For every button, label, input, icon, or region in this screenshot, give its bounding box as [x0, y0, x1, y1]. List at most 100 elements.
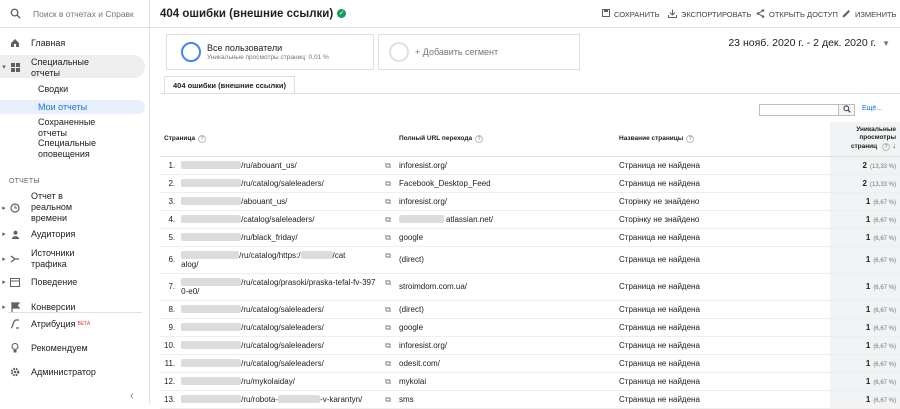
- referrer-url[interactable]: inforesist.org/: [399, 161, 447, 170]
- sidebar-item-label: Отчет в реальном времени: [31, 191, 73, 223]
- page-path[interactable]: /ru/black_friday/: [241, 233, 297, 242]
- open-link-icon[interactable]: ⧉: [385, 377, 391, 386]
- edit-button[interactable]: ИЗМЕНИТЬ: [842, 9, 896, 20]
- page-path[interactable]: /catalog/saleleaders/: [241, 215, 314, 224]
- segment-all-users[interactable]: Все пользователи Уникальные просмотры ст…: [166, 34, 374, 70]
- sidebar-item-discover[interactable]: Рекомендуем: [0, 343, 150, 354]
- page-path[interactable]: /ru/abouant_us/: [241, 161, 297, 170]
- export-button[interactable]: ЭКСПОРТИРОВАТЬ: [668, 9, 751, 20]
- table-row[interactable]: 9. ⧉ /ru/catalog/saleleaders/google Страниц…: [160, 318, 900, 337]
- open-link-icon[interactable]: ⧉: [385, 278, 391, 287]
- open-link-icon[interactable]: ⧉: [385, 251, 391, 260]
- table-row[interactable]: 10. ⧉ /ru/catalog/saleleaders/inforesist.o…: [160, 336, 900, 355]
- col-header-title[interactable]: Название страницы?: [615, 122, 830, 157]
- section-label-reports: ОТЧЕТЫ: [9, 178, 40, 185]
- table-row[interactable]: 11. ⧉ /ru/catalog/saleleaders/odesit.com/С…: [160, 354, 900, 373]
- sidebar-divider: [8, 312, 142, 313]
- table-row[interactable]: 2. ⧉ /ru/catalog/saleleaders/Facebook_Desk…: [160, 174, 900, 193]
- segment-name: Все пользователи: [207, 43, 283, 53]
- sidebar-sub-overviews[interactable]: Сводки: [0, 84, 145, 96]
- metric-value: 1: [865, 304, 871, 314]
- sidebar-item-attribution[interactable]: Атрибуция BETA: [0, 319, 150, 330]
- referrer-url[interactable]: sms: [399, 395, 414, 404]
- page-path[interactable]: /ru/catalog/saleleaders/: [241, 341, 324, 350]
- page-path[interactable]: /ru/catalog/https:/: [239, 251, 300, 260]
- page-path-cont[interactable]: 0-e0/: [181, 287, 199, 296]
- help-icon[interactable]: ?: [198, 134, 207, 143]
- col-header-page[interactable]: Страница?: [160, 122, 395, 157]
- help-icon[interactable]: ?: [475, 134, 484, 143]
- table-row[interactable]: 7. ⧉ /ru/catalog/prasoki/praska-tefal-fv-3…: [160, 273, 900, 301]
- table-row[interactable]: 13. ⧉ /ru/robota- -v-karantyn/sms Страница н…: [160, 390, 900, 409]
- help-icon[interactable]: ?: [686, 134, 695, 143]
- referrer-url[interactable]: atlassian.net/: [446, 215, 493, 224]
- page-path-end[interactable]: -v-karantyn/: [320, 395, 362, 404]
- table-search-button[interactable]: [839, 104, 855, 116]
- open-link-icon[interactable]: ⧉: [385, 395, 391, 404]
- page-path[interactable]: /ru/catalog/saleleaders/: [241, 305, 324, 314]
- referrer-url[interactable]: stroimdom.com.ua/: [399, 282, 467, 291]
- referrer-url[interactable]: Facebook_Desktop_Feed: [399, 179, 491, 188]
- page-path[interactable]: /ru/mykolaiday/: [241, 377, 295, 386]
- redacted-block: [399, 215, 444, 224]
- table-row[interactable]: 6. ⧉ /ru/catalog/https:/ /cat alog/ (direct) С…: [160, 246, 900, 274]
- expand-arrow-icon: ▸: [2, 256, 6, 263]
- table-row[interactable]: 4. ⧉ /catalog/saleleaders/atlassian.net/Ст…: [160, 210, 900, 229]
- col-header-referrer[interactable]: Полный URL перехода?: [395, 122, 615, 157]
- table-filter-input[interactable]: [759, 104, 839, 116]
- table-row[interactable]: 5. ⧉ /ru/black_friday/google Страница не на…: [160, 228, 900, 247]
- referrer-url[interactable]: inforesist.org/: [399, 341, 447, 350]
- table-row[interactable]: 8. ⧉ /ru/catalog/saleleaders/ (direct) Стран…: [160, 300, 900, 319]
- add-segment-button[interactable]: + Добавить сегмент: [378, 34, 580, 70]
- referrer-url[interactable]: (direct): [399, 255, 424, 264]
- page-path[interactable]: /ru/catalog/prasoki/praska-tefal-fv-397: [241, 278, 375, 287]
- sidebar-item-home[interactable]: Главная: [0, 38, 150, 49]
- redacted-block: [181, 305, 242, 314]
- referrer-url[interactable]: mykolai: [399, 377, 426, 386]
- referrer-url[interactable]: odesit.com/: [399, 359, 440, 368]
- col-header-metric[interactable]: Уникальные просмотры страниц ? ↓: [830, 122, 900, 157]
- help-icon[interactable]: ?: [882, 143, 890, 152]
- sidebar-search[interactable]: Поиск в отчетах и Справк: [0, 0, 149, 28]
- referrer-url[interactable]: google: [399, 323, 423, 332]
- collapse-sidebar-icon[interactable]: ‹: [130, 390, 134, 402]
- sidebar-item-admin[interactable]: Администратор: [0, 367, 150, 378]
- sort-desc-icon[interactable]: ↓: [892, 141, 896, 150]
- sidebar-item-realtime[interactable]: ▸ Отчет в реальном времени: [0, 191, 150, 224]
- referrer-url[interactable]: (direct): [399, 305, 424, 314]
- open-link-icon[interactable]: ⧉: [385, 197, 391, 206]
- page-path[interactable]: /ru/catalog/saleleaders/: [241, 323, 324, 332]
- table-row[interactable]: 12. ⧉ /ru/mykolaiday/mykolai Страница не на…: [160, 372, 900, 391]
- page-path[interactable]: /ru/catalog/saleleaders/: [241, 359, 324, 368]
- tab-report[interactable]: 404 ошибки (внешние ссылки): [164, 76, 295, 94]
- open-link-icon[interactable]: ⧉: [385, 305, 391, 314]
- referrer-url[interactable]: google: [399, 233, 423, 242]
- save-button[interactable]: СОХРАНИТЬ: [602, 9, 660, 19]
- sidebar-sub-alerts[interactable]: Специальные оповещения: [0, 138, 110, 159]
- page-path[interactable]: /ru/robota-: [241, 395, 278, 404]
- open-link-icon[interactable]: ⧉: [385, 359, 391, 368]
- more-options-link[interactable]: Ещё...: [862, 105, 882, 112]
- metric-value: 1: [865, 358, 871, 368]
- table-row[interactable]: 1. ⧉ /ru/abouant_us/inforesist.org/Страниц…: [160, 156, 900, 175]
- open-link-icon[interactable]: ⧉: [385, 233, 391, 242]
- open-link-icon[interactable]: ⧉: [385, 215, 391, 224]
- page-path[interactable]: /ru/catalog/saleleaders/: [241, 179, 324, 188]
- page-path[interactable]: /abouant_us/: [241, 197, 287, 206]
- open-link-icon[interactable]: ⧉: [385, 161, 391, 170]
- date-range-picker[interactable]: 23 нояб. 2020 г. - 2 дек. 2020 г. ▼: [728, 37, 890, 49]
- sidebar-sub-saved[interactable]: Сохраненные отчеты: [0, 117, 110, 138]
- open-link-icon[interactable]: ⧉: [385, 323, 391, 332]
- table-row[interactable]: 3. ⧉ /abouant_us/inforesist.org/Сторінку н…: [160, 192, 900, 211]
- sidebar-sub-my-reports[interactable]: Мои отчеты: [0, 100, 145, 114]
- sidebar-item-audience[interactable]: ▸ Аудитория: [0, 229, 150, 240]
- page-path-cont[interactable]: alog/: [181, 260, 198, 269]
- open-link-icon[interactable]: ⧉: [385, 179, 391, 188]
- page-path-end[interactable]: /cat: [333, 251, 346, 260]
- sidebar-item-custom-reports[interactable]: ▾ Специальные отчеты: [0, 57, 150, 79]
- sidebar-item-acquisition[interactable]: ▸ Источники трафика: [0, 248, 150, 270]
- open-link-icon[interactable]: ⧉: [385, 341, 391, 350]
- sidebar-item-behavior[interactable]: ▸ Поведение: [0, 277, 150, 288]
- share-button[interactable]: ОТКРЫТЬ ДОСТУП: [756, 9, 838, 20]
- referrer-url[interactable]: inforesist.org/: [399, 197, 447, 206]
